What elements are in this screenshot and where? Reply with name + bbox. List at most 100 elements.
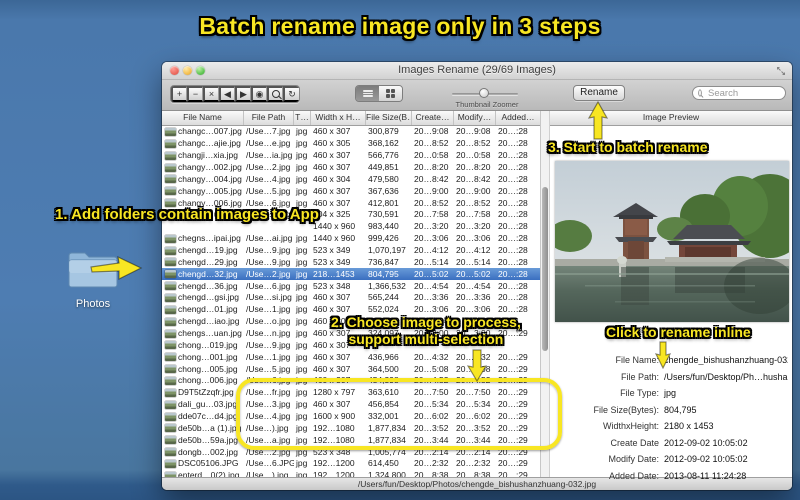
detail-value[interactable]: chengde_bishushanzhuang-032.jpg [659,355,788,365]
search-icon [698,89,702,97]
table-row[interactable]: changy…004.jpg/Use…4.jpg jpg 460 x 304 479,… [162,173,540,186]
table-row[interactable]: dongb…002.jpg/Use…2.jpg jpg 523 x 348 1,005… [162,446,540,459]
column-header[interactable]: Create… [412,111,454,125]
cell: 20…8:52 [414,197,449,208]
table-row[interactable]: chengd…01.jpg/Use…1.jpg jpg 460 x 307 552,0… [162,303,540,316]
table-row[interactable]: chong…005.jpg/Use…5.jpg jpg 460 x 307 364,5… [162,363,540,376]
delete-button[interactable]: × [203,86,219,102]
table-row[interactable]: chengd…iao.jpg/Use…o.jpg jpg 460 x 307 [162,315,540,328]
file-thumbnail [165,305,176,314]
list-view-button[interactable] [356,86,379,101]
column-header[interactable]: File Size(B… [366,111,412,125]
table-row[interactable]: chengd…gsi.jpg/Use…si.jpg jpg 460 x 307 565… [162,292,540,304]
table-row[interactable]: changy…002.jpg/Use…2.jpg jpg 460 x 307 449,… [162,161,540,174]
remove-button[interactable]: − [187,86,203,102]
cell: /Use…fr.jpg [246,387,291,398]
fullscreen-icon[interactable] [776,66,786,76]
cell: jpg [296,162,308,172]
desktop-folder-photos[interactable]: Photos [58,248,128,310]
cell: 20…3:06 [414,304,449,315]
table-row[interactable]: chaoya…uan.jpg/Use…n.jpg jpg 504 x 325 730,… [162,209,540,221]
table-row[interactable]: 1440 x 960 983,440 20…3:20 20…3:20 20…:28 [162,220,540,233]
table-row[interactable]: chengd…29.jpg/Use…9.jpg jpg 523 x 349 736,8… [162,256,540,269]
preview-body: File Name:chengde_bishushanzhuang-032.jp… [550,126,792,481]
refresh-button[interactable]: ↻ [283,86,299,102]
cell: 523 x 349 [313,245,351,256]
grid-view-button[interactable] [379,86,402,101]
search-input[interactable] [706,86,780,100]
table-row[interactable]: chengs…uan.jpg/Use…n.jpg jpg 460 x 307 324,… [162,327,540,340]
column-header[interactable]: File Path [244,111,294,125]
folder-label: Photos [75,298,111,310]
thumbnail-zoom-slider[interactable] [452,88,518,98]
column-header[interactable]: Width x H… [311,111,366,125]
table-row[interactable]: chengd…36.jpg/Use…6.jpg jpg 523 x 348 1,366… [162,280,540,293]
table-row[interactable]: changc…007.jpg/Use…7.jpg jpg 460 x 307 300,… [162,126,540,138]
file-thumbnail [165,258,176,267]
quicklook-button[interactable]: ◉ [251,86,267,102]
table-row[interactable]: de50b…a (1).jpg/Use…).jpg jpg 192…1080 1,87… [162,422,540,435]
add-button[interactable]: + [171,86,187,102]
cell: 20…8:38 [414,470,449,477]
column-header[interactable]: Modify… [454,111,496,125]
table-row[interactable]: enterd…0(2).jpg/Use…).jpg jpg 192…1200 1,32… [162,469,540,477]
cell: 192…1200 [313,470,355,477]
cell: 20…:28 [498,185,528,196]
detail-value: /Users/fun/Desktop/Ph…hushanzhuang-032.j… [664,371,788,382]
table-row[interactable]: DSC05106.JPG/Use…6.JPG jpg 192…1200 614,450… [162,458,540,470]
cell: jpg [296,339,308,350]
table-row[interactable]: dde07c…d4.jpg/Use…4.jpg jpg 1600 x 900 332,… [162,410,540,423]
cell: 20…3:52 [456,422,491,433]
preview-photo [555,161,789,322]
table-row[interactable]: chengd…32.jpg/Use…2.jpg jpg 218…1453 804,79… [162,268,540,281]
table-row[interactable]: chengd…19.jpg/Use…9.jpg jpg 523 x 349 1,070… [162,244,540,257]
table-row[interactable]: de50b…59a.jpg/Use…a.jpg jpg 192…1080 1,877,… [162,434,540,447]
detail-label: Create Date [610,437,659,448]
rename-button[interactable]: Rename [573,85,625,101]
forward-button[interactable]: ▶ [235,86,251,102]
cell: jpg [296,434,308,445]
cell: /Use…a.jpg [246,434,291,445]
cell: jpg [296,304,308,315]
file-thumbnail [165,448,176,457]
cell: 1,877,834 [368,434,406,445]
table-row[interactable]: dali_gu…03.jpg/Use…3.jpg jpg 460 x 307 456,… [162,398,540,411]
file-thumbnail [165,471,176,477]
column-header[interactable]: T… [294,111,311,125]
table-row[interactable]: chong…006.jpg/Use…6.jpg jpg 460 x 307 454,3… [162,375,540,387]
detail-label: WidthxHeight: [602,421,659,432]
table-row[interactable]: chong…001.jpg/Use…1.jpg jpg 460 x 307 436,9… [162,351,540,364]
table-row[interactable]: changy…005.jpg/Use…5.jpg jpg 460 x 307 367,… [162,185,540,198]
back-button[interactable]: ◀ [219,86,235,102]
table-row[interactable]: chong…019.jpg/Use…9.jpg jpg 460 x 307 [162,339,540,352]
cell: 454,398 [368,375,399,386]
table-row[interactable]: changy…006.jpg/Use…6.jpg jpg 460 x 307 412,… [162,197,540,210]
detail-value: 804,795 [664,404,697,415]
table-row[interactable]: D9T5tZzqfr.jpg/Use…fr.jpg jpg 1280 x 797 36… [162,386,540,399]
detail-row: Added Date: 2013-08-11 11:24:28 [550,468,788,485]
cell: /Use…6.jpg [246,280,291,291]
file-thumbnail [165,199,176,208]
cell: 20…:29 [498,387,528,398]
scrollbar-thumb[interactable] [542,187,548,351]
cell: jpg [296,387,308,398]
cell: 20…4:54 [414,280,449,291]
cell: 20…:28 [498,126,528,137]
list-view-icon [362,89,373,98]
column-header[interactable]: File Name [162,111,244,125]
table-row[interactable]: changc…ajie.jpg/Use…e.jpg jpg 460 x 305 368… [162,137,540,150]
search-button[interactable] [267,86,283,102]
table-scrollbar[interactable] [541,111,550,477]
table-row[interactable]: chegns…ipai.jpg/Use…ai.jpg jpg 1440 x 960 9… [162,232,540,245]
slider-knob[interactable] [479,88,489,98]
detail-label: File Type: [620,388,659,399]
search-field[interactable] [692,86,786,100]
detail-label: File Size(Bytes): [593,404,659,415]
preview-panel: Image Preview File Name: chengde_bishush… [550,111,792,481]
cell: 218…1453 [313,268,355,279]
column-header[interactable]: Added… [496,111,540,125]
table-row[interactable]: changji…xia.jpg/Use…ia.jpg jpg 460 x 307 56… [162,149,540,162]
detail-value: 2012-09-02 10:05:02 [664,437,748,448]
file-thumbnail [165,317,176,326]
title-bar[interactable]: Images Rename (29/69 Images) [162,62,792,80]
